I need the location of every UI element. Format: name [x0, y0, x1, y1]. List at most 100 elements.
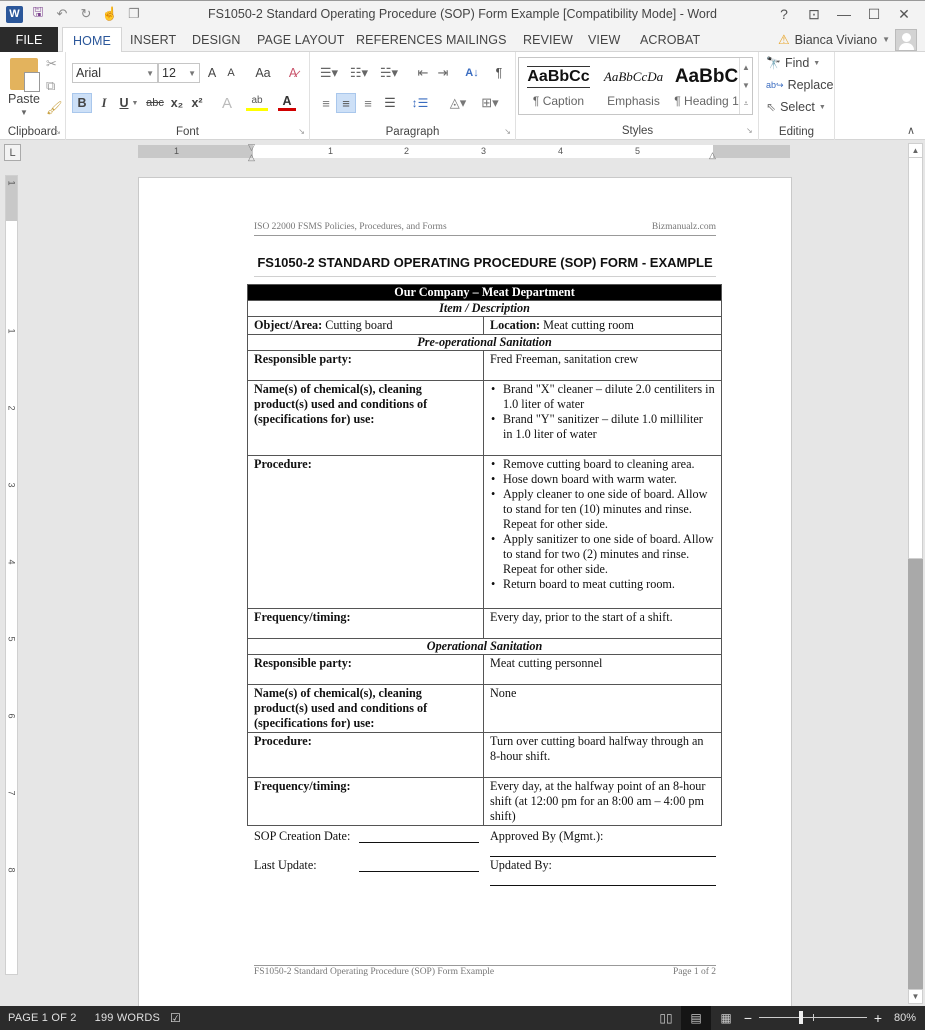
scrollbar-track[interactable]: [908, 559, 923, 989]
word-count[interactable]: 199 WORDS: [95, 1012, 160, 1024]
borders-icon[interactable]: ⊞▾: [476, 93, 504, 113]
styles-scroll[interactable]: ▲ ▼ ⩡: [739, 58, 752, 114]
user-account[interactable]: ⚠ Bianca Viviano ▼: [778, 27, 917, 52]
preop-frequency-value[interactable]: Every day, prior to the start of a shift…: [482, 608, 723, 639]
zoom-in-icon[interactable]: +: [871, 1010, 885, 1026]
ribbon-display-options-button[interactable]: ⊡: [799, 4, 829, 24]
preop-responsible-value[interactable]: Fred Freeman, sanitation crew: [482, 350, 723, 381]
multilevel-list-icon[interactable]: ☵▾: [376, 63, 402, 83]
tab-review[interactable]: REVIEW: [513, 27, 583, 52]
format-painter-icon[interactable]: 🖌: [46, 100, 63, 116]
help-button[interactable]: ?: [769, 4, 799, 24]
font-dialog-launcher-icon[interactable]: ↘: [298, 127, 305, 136]
op-procedure-value[interactable]: Turn over cutting board halfway through …: [482, 732, 723, 778]
style-caption[interactable]: AaBbCc ¶ Caption: [521, 58, 596, 114]
numbering-icon[interactable]: ☷▾: [346, 63, 372, 83]
page-count[interactable]: PAGE 1 OF 2: [8, 1012, 77, 1024]
clear-formatting-icon[interactable]: A̷: [284, 63, 302, 83]
user-name[interactable]: Bianca Viviano: [795, 33, 877, 47]
style-emphasis[interactable]: AaBbCcDa Emphasis: [596, 58, 671, 114]
italic-button[interactable]: I: [96, 93, 112, 113]
maximize-button[interactable]: ☐: [859, 4, 889, 24]
hanging-indent-marker[interactable]: △: [248, 152, 255, 163]
find-button[interactable]: 🔭 Find ▼: [766, 56, 820, 70]
replace-button[interactable]: ab↪ Replace: [766, 78, 833, 92]
preop-chemicals-cell[interactable]: Brand "X" cleaner – dilute 2.0 centilite…: [482, 380, 723, 456]
decrease-indent-icon[interactable]: ⇤: [414, 63, 432, 83]
tab-home[interactable]: HOME: [62, 27, 122, 53]
style-heading-1[interactable]: AaBbC ¶ Heading 1: [669, 58, 744, 114]
change-case-button[interactable]: Aa: [249, 63, 277, 83]
subscript-button[interactable]: x₂: [168, 93, 186, 113]
bullets-icon[interactable]: ☰▾: [316, 63, 342, 83]
close-button[interactable]: ✕: [889, 4, 919, 24]
tab-design[interactable]: DESIGN: [182, 27, 251, 52]
tab-file[interactable]: FILE: [0, 27, 58, 52]
right-indent-marker[interactable]: △: [709, 150, 716, 161]
line-spacing-icon[interactable]: ↕☰: [406, 93, 434, 113]
scrollbar-thumb[interactable]: [908, 157, 923, 559]
paste-options-chevron-icon[interactable]: ▼: [20, 108, 28, 117]
tab-acrobat[interactable]: ACROBAT: [630, 27, 710, 52]
increase-indent-icon[interactable]: ⇥: [434, 63, 452, 83]
strikethrough-button[interactable]: abc: [144, 93, 166, 113]
shading-icon[interactable]: ◬▾: [444, 93, 472, 113]
avatar[interactable]: [895, 28, 917, 51]
paragraph-dialog-launcher-icon[interactable]: ↘: [504, 127, 511, 136]
copy-icon[interactable]: ⧉: [46, 78, 55, 94]
proofing-icon[interactable]: ☑: [170, 1011, 181, 1025]
last-update-field[interactable]: [359, 871, 479, 872]
align-center-icon[interactable]: ≡: [336, 93, 356, 113]
zoom-slider[interactable]: [759, 1006, 867, 1030]
zoom-out-icon[interactable]: −: [741, 1010, 755, 1026]
paste-icon[interactable]: [10, 58, 40, 92]
web-layout-icon[interactable]: ▦: [711, 1006, 741, 1030]
paste-button[interactable]: Paste: [8, 92, 40, 106]
select-button[interactable]: ⇖ Select ▼: [766, 100, 826, 114]
vertical-scrollbar[interactable]: ▲ ▼: [905, 141, 925, 1006]
collapse-ribbon-icon[interactable]: ∧: [907, 124, 915, 137]
highlight-color-icon[interactable]: ab: [246, 93, 268, 111]
shrink-font-button[interactable]: A: [223, 63, 239, 83]
tab-mailings[interactable]: MAILINGS: [436, 27, 517, 52]
updated-by-field[interactable]: [490, 885, 716, 886]
vertical-ruler[interactable]: 1 1 2 3 4 5 6 7 8: [5, 175, 18, 975]
superscript-button[interactable]: x²: [188, 93, 206, 113]
print-layout-icon[interactable]: ▤: [681, 1006, 711, 1030]
justify-icon[interactable]: ☰: [380, 93, 400, 113]
read-mode-icon[interactable]: ▯▯: [651, 1006, 681, 1030]
scroll-up-arrow-icon[interactable]: ▲: [908, 143, 923, 158]
more-styles-icon[interactable]: ⩡: [744, 99, 749, 109]
op-chemicals-value[interactable]: None: [482, 684, 723, 733]
font-color-icon[interactable]: A: [278, 93, 296, 111]
approved-by-field[interactable]: [490, 856, 716, 857]
underline-chevron-icon[interactable]: ▼: [130, 93, 140, 113]
zoom-slider-knob[interactable]: [799, 1011, 803, 1024]
align-left-icon[interactable]: ≡: [316, 93, 336, 113]
text-effects-icon[interactable]: A: [216, 93, 238, 113]
preop-procedure-cell[interactable]: Remove cutting board to cleaning area. H…: [482, 455, 723, 609]
op-frequency-value[interactable]: Every day, at the halfway point of an 8-…: [482, 777, 723, 826]
clipboard-dialog-launcher-icon[interactable]: ↘: [54, 127, 61, 136]
tab-view[interactable]: VIEW: [578, 27, 630, 52]
sop-creation-date-field[interactable]: [359, 842, 479, 843]
zoom-percent[interactable]: 80%: [885, 1012, 925, 1024]
font-size-select[interactable]: 12 ▼: [158, 63, 200, 83]
tab-selector[interactable]: L: [4, 144, 21, 161]
op-responsible-value[interactable]: Meat cutting personnel: [482, 654, 723, 685]
grow-font-button[interactable]: A: [204, 63, 220, 83]
minimize-button[interactable]: —: [829, 4, 859, 24]
scroll-down-arrow-icon[interactable]: ▼: [908, 989, 923, 1004]
tab-page-layout[interactable]: PAGE LAYOUT: [247, 27, 354, 52]
font-name-select[interactable]: Arial ▼: [72, 63, 158, 83]
styles-dialog-launcher-icon[interactable]: ↘: [746, 126, 753, 135]
location-cell[interactable]: Location: Meat cutting room: [482, 316, 723, 335]
sort-button[interactable]: A↓: [462, 63, 482, 83]
object-area-cell[interactable]: Object/Area: Cutting board: [247, 316, 484, 335]
bold-button[interactable]: B: [72, 93, 92, 113]
horizontal-ruler[interactable]: 1 1 2 3 4 5 ▽ △ △: [138, 142, 790, 162]
cut-icon[interactable]: ✂: [46, 56, 57, 72]
align-right-icon[interactable]: ≡: [358, 93, 378, 113]
show-formatting-button[interactable]: ¶: [490, 63, 508, 83]
tab-insert[interactable]: INSERT: [120, 27, 186, 52]
